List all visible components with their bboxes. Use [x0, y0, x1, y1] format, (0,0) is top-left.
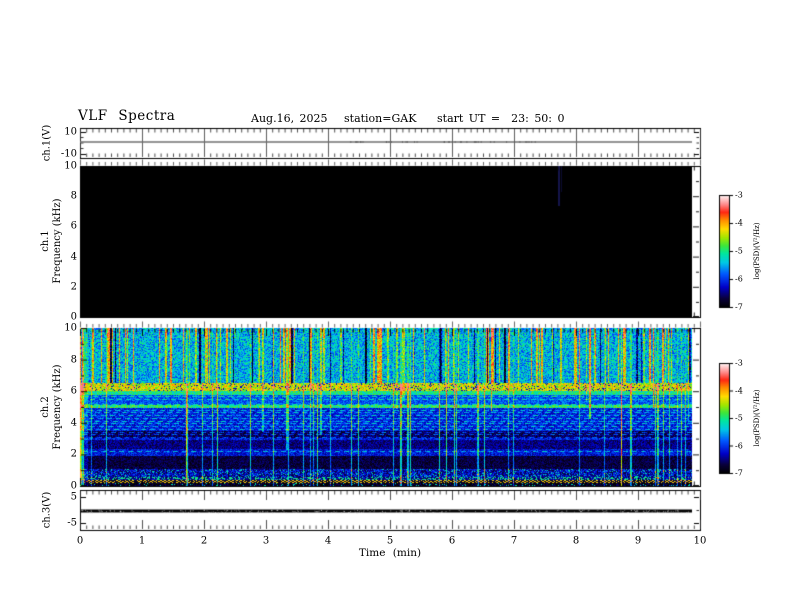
date-label: Aug.16, 2025 [251, 112, 328, 125]
y-tick-label: 6 [70, 385, 77, 397]
x-axis-title: Time (min) [358, 547, 422, 559]
colorbar-tick-label: -3 [735, 190, 743, 200]
x-tick-label: 7 [510, 535, 518, 547]
vlf-spectra-figure: VLF Spectra Aug.16, 2025 station=GAK sta… [0, 0, 792, 612]
colorbar1-axis-label: log(PSD)(V²/Hz) [753, 222, 761, 280]
plot-title: VLF Spectra [78, 108, 176, 124]
y-tick-label: 2 [70, 448, 77, 460]
ch2-frequency-axis-label: ch.2 Frequency (kHz) [40, 364, 64, 449]
x-tick-label: 0 [76, 535, 84, 547]
colorbar-tick-label: -3 [735, 358, 743, 368]
y-tick-label: 10 [64, 322, 77, 334]
y-tick-label: 4 [70, 251, 77, 263]
ch1-axis-line1: ch.1 [40, 230, 51, 252]
ch1-frequency-axis-label: ch.1 Frequency (kHz) [40, 198, 64, 283]
x-tick-label: 1 [138, 535, 146, 547]
y-tick-label: -5 [67, 517, 77, 529]
y-tick-label: 6 [70, 220, 77, 232]
x-tick-label: 5 [386, 535, 394, 547]
colorbar2-axis-label: log(PSD)(V²/Hz) [753, 389, 761, 447]
y-tick-label: 2 [70, 281, 77, 293]
y-tick-label: 4 [70, 417, 77, 429]
ch1-voltage-axis-label: ch.1(V) [41, 124, 53, 162]
x-tick-label: 8 [572, 535, 580, 547]
y-tick-label: 0 [70, 311, 77, 323]
ch2-axis-line2: Frequency (kHz) [52, 364, 63, 450]
y-tick-label: 8 [70, 190, 77, 202]
start-ut-label: start UT = 23: 50: 0 [437, 112, 565, 125]
x-tick-label: 9 [634, 535, 642, 547]
ch2-axis-line1: ch.2 [40, 396, 51, 418]
x-tick-label: 4 [324, 535, 332, 547]
x-tick-label: 3 [262, 535, 270, 547]
colorbar-tick-label: -4 [735, 386, 743, 395]
colorbar-tick-label: -7 [735, 302, 743, 312]
colorbar-tick-label: -4 [735, 218, 743, 228]
y-tick-label: 5 [70, 491, 77, 503]
colorbar-tick-label: -6 [735, 441, 743, 450]
colorbar-tick-label: -5 [735, 246, 743, 256]
ch1-axis-line2: Frequency (kHz) [52, 198, 63, 284]
y-tick-label: 10 [64, 126, 77, 138]
colorbar-tick-label: -5 [735, 413, 743, 423]
y-tick-label: -10 [60, 148, 77, 160]
spectra-plot-canvas [0, 0, 792, 612]
y-tick-label: 8 [70, 354, 77, 366]
y-tick-label: 10 [64, 160, 77, 172]
station-label: station=GAK [344, 112, 417, 125]
x-tick-label: 2 [200, 535, 208, 547]
ch3-voltage-axis-label: ch.3(V) [41, 491, 53, 529]
colorbar-tick-label: -6 [735, 274, 743, 284]
x-tick-label: 10 [693, 535, 707, 547]
x-tick-label: 6 [448, 535, 456, 547]
y-tick-label: 0 [70, 480, 77, 492]
colorbar-tick-label: -7 [735, 468, 743, 478]
